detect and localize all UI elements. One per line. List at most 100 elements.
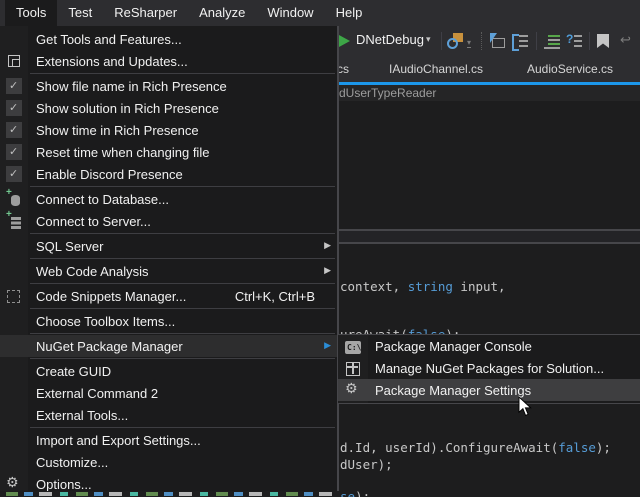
undo-disabled-icon: ↩: [620, 33, 631, 48]
menu-item-customize[interactable]: Customize...: [0, 451, 337, 473]
code-line: context, string input,: [340, 279, 506, 294]
menu-item-connect-to-server[interactable]: Connect to Server...: [0, 210, 337, 232]
checkmark-icon: [6, 166, 22, 182]
find-dropdown-icon[interactable]: ▾: [467, 38, 471, 48]
menu-item-external-tools[interactable]: External Tools...: [0, 404, 337, 426]
checkmark-icon: [6, 100, 22, 116]
menu-item-show-solution-in-rich-presence[interactable]: Show solution in Rich Presence: [0, 97, 337, 119]
tools-menu: Get Tools and Features... Extensions and …: [0, 26, 339, 491]
database-add-icon: [6, 191, 22, 207]
menu-item-icon-slot: [0, 53, 28, 69]
checkmark-icon: [6, 144, 22, 160]
menu-item-label: Reset time when changing file: [36, 145, 209, 160]
menu-bar: ToolsTestReSharperAnalyzeWindowHelp: [0, 0, 640, 26]
indent-lines-icon[interactable]: [544, 35, 560, 49]
menu-separator: [30, 308, 335, 309]
menu-item-icon-slot: [0, 78, 28, 94]
extensions-icon: [6, 53, 22, 69]
menu-item-external-command-2[interactable]: External Command 2: [0, 382, 337, 404]
tab-audioservice-cs[interactable]: AudioService.cs: [527, 62, 613, 76]
menu-item-label: Web Code Analysis: [36, 264, 149, 279]
gear-icon: [345, 382, 361, 398]
code-segment: string: [408, 279, 453, 294]
code-segment: false: [558, 440, 596, 455]
menu-item-show-file-name-in-rich-presence[interactable]: Show file name in Rich Presence: [0, 75, 337, 97]
menu-item-options[interactable]: Options...: [0, 473, 337, 491]
menu-item-label: Customize...: [36, 455, 108, 470]
menu-item-get-tools-and-features[interactable]: Get Tools and Features...: [0, 28, 337, 50]
paste-append-icon[interactable]: [512, 33, 528, 49]
menu-separator: [30, 186, 335, 187]
menu-item-import-and-export-settings[interactable]: Import and Export Settings...: [0, 429, 337, 451]
clipped-code-line: [6, 492, 334, 496]
menubar-item-tools[interactable]: Tools: [5, 0, 57, 26]
package-icon: [345, 360, 361, 376]
menu-item-label: Show file name in Rich Presence: [36, 79, 227, 94]
menu-item-label: Package Manager Settings: [375, 383, 531, 398]
menu-item-package-manager-console[interactable]: Package Manager Console: [338, 335, 640, 357]
menu-item-label: Options...: [36, 477, 92, 492]
menu-item-reset-time-when-changing-file[interactable]: Reset time when changing file: [0, 141, 337, 163]
menu-item-label: Extensions and Updates...: [36, 54, 188, 69]
menu-item-sql-server[interactable]: SQL Server ▶: [0, 235, 337, 257]
menu-item-create-guid[interactable]: Create GUID: [0, 360, 337, 382]
code-segment: );: [355, 489, 370, 497]
menu-item-icon-slot: [0, 144, 28, 160]
submenu-arrow-icon: ▶: [324, 266, 331, 276]
menu-item-label: SQL Server: [36, 239, 103, 254]
menu-separator: [30, 358, 335, 359]
menubar-item-analyze[interactable]: Analyze: [188, 0, 256, 26]
menu-separator: [30, 427, 335, 428]
menu-item-label: Show time in Rich Presence: [36, 123, 199, 138]
menu-item-icon-slot: [338, 360, 368, 376]
menu-item-label: Import and Export Settings...: [36, 433, 201, 448]
menu-item-icon-slot: [338, 339, 368, 354]
menu-item-connect-to-database[interactable]: Connect to Database...: [0, 188, 337, 210]
gear-icon: [6, 476, 22, 491]
bookmark-icon[interactable]: [597, 34, 609, 48]
console-icon: [345, 341, 361, 354]
navigate-to-icon[interactable]: [489, 33, 505, 49]
menu-item-choose-toolbox-items[interactable]: Choose Toolbox Items...: [0, 310, 337, 332]
pane-splitter[interactable]: [337, 242, 640, 244]
menu-item-label: Manage NuGet Packages for Solution...: [375, 361, 604, 376]
menu-separator: [30, 333, 335, 334]
checkmark-icon: [6, 78, 22, 94]
toolbar-separator: [589, 32, 590, 50]
pane-splitter-band: [337, 231, 640, 242]
toolbar-separator: [441, 32, 442, 50]
menu-item-package-manager-settings[interactable]: Package Manager Settings: [338, 379, 640, 401]
tab-iaudiochannel-cs[interactable]: IAudioChannel.cs: [389, 62, 483, 76]
menu-separator: [30, 233, 335, 234]
menubar-item-resharper[interactable]: ReSharper: [103, 0, 188, 26]
find-in-files-icon[interactable]: [447, 33, 463, 49]
menu-item-enable-discord-presence[interactable]: Enable Discord Presence: [0, 163, 337, 185]
menu-separator: [30, 283, 335, 284]
menubar-item-help[interactable]: Help: [325, 0, 374, 26]
submenu-arrow-icon: ▶: [324, 241, 331, 251]
menu-item-extensions-and-updates[interactable]: Extensions and Updates...: [0, 50, 337, 72]
code-segment: se: [340, 489, 355, 497]
menu-item-show-time-in-rich-presence[interactable]: Show time in Rich Presence: [0, 119, 337, 141]
menu-item-label: Enable Discord Presence: [36, 167, 183, 182]
menu-item-label: Create GUID: [36, 364, 111, 379]
help-lines-icon[interactable]: [566, 34, 582, 48]
code-line: dUser);: [340, 457, 393, 472]
menubar-item-window[interactable]: Window: [256, 0, 324, 26]
run-config-label[interactable]: DNetDebug: [356, 32, 424, 47]
code-line: se);: [340, 489, 370, 497]
menubar-item-test[interactable]: Test: [57, 0, 103, 26]
menu-item-icon-slot: [338, 382, 368, 398]
menu-item-nuget-package-manager[interactable]: NuGet Package Manager▶: [0, 335, 337, 357]
run-config-dropdown-icon[interactable]: ▾: [426, 35, 431, 45]
menu-item-manage-nuget-packages-for-solution[interactable]: Manage NuGet Packages for Solution...: [338, 357, 640, 379]
menu-item-label: Package Manager Console: [375, 339, 532, 354]
menu-item-web-code-analysis[interactable]: Web Code Analysis ▶: [0, 260, 337, 282]
menu-item-code-snippets-manager[interactable]: Code Snippets Manager...Ctrl+K, Ctrl+B: [0, 285, 337, 307]
menu-item-icon-slot: [0, 191, 28, 207]
code-segment: d.Id, userId).ConfigureAwait(: [340, 440, 558, 455]
nuget-submenu: Package Manager Console Manage NuGet Pack…: [337, 334, 640, 404]
breadcrumb-type[interactable]: dUserTypeReader: [339, 86, 436, 100]
run-play-icon[interactable]: [339, 35, 350, 47]
menu-item-label: Connect to Server...: [36, 214, 151, 229]
